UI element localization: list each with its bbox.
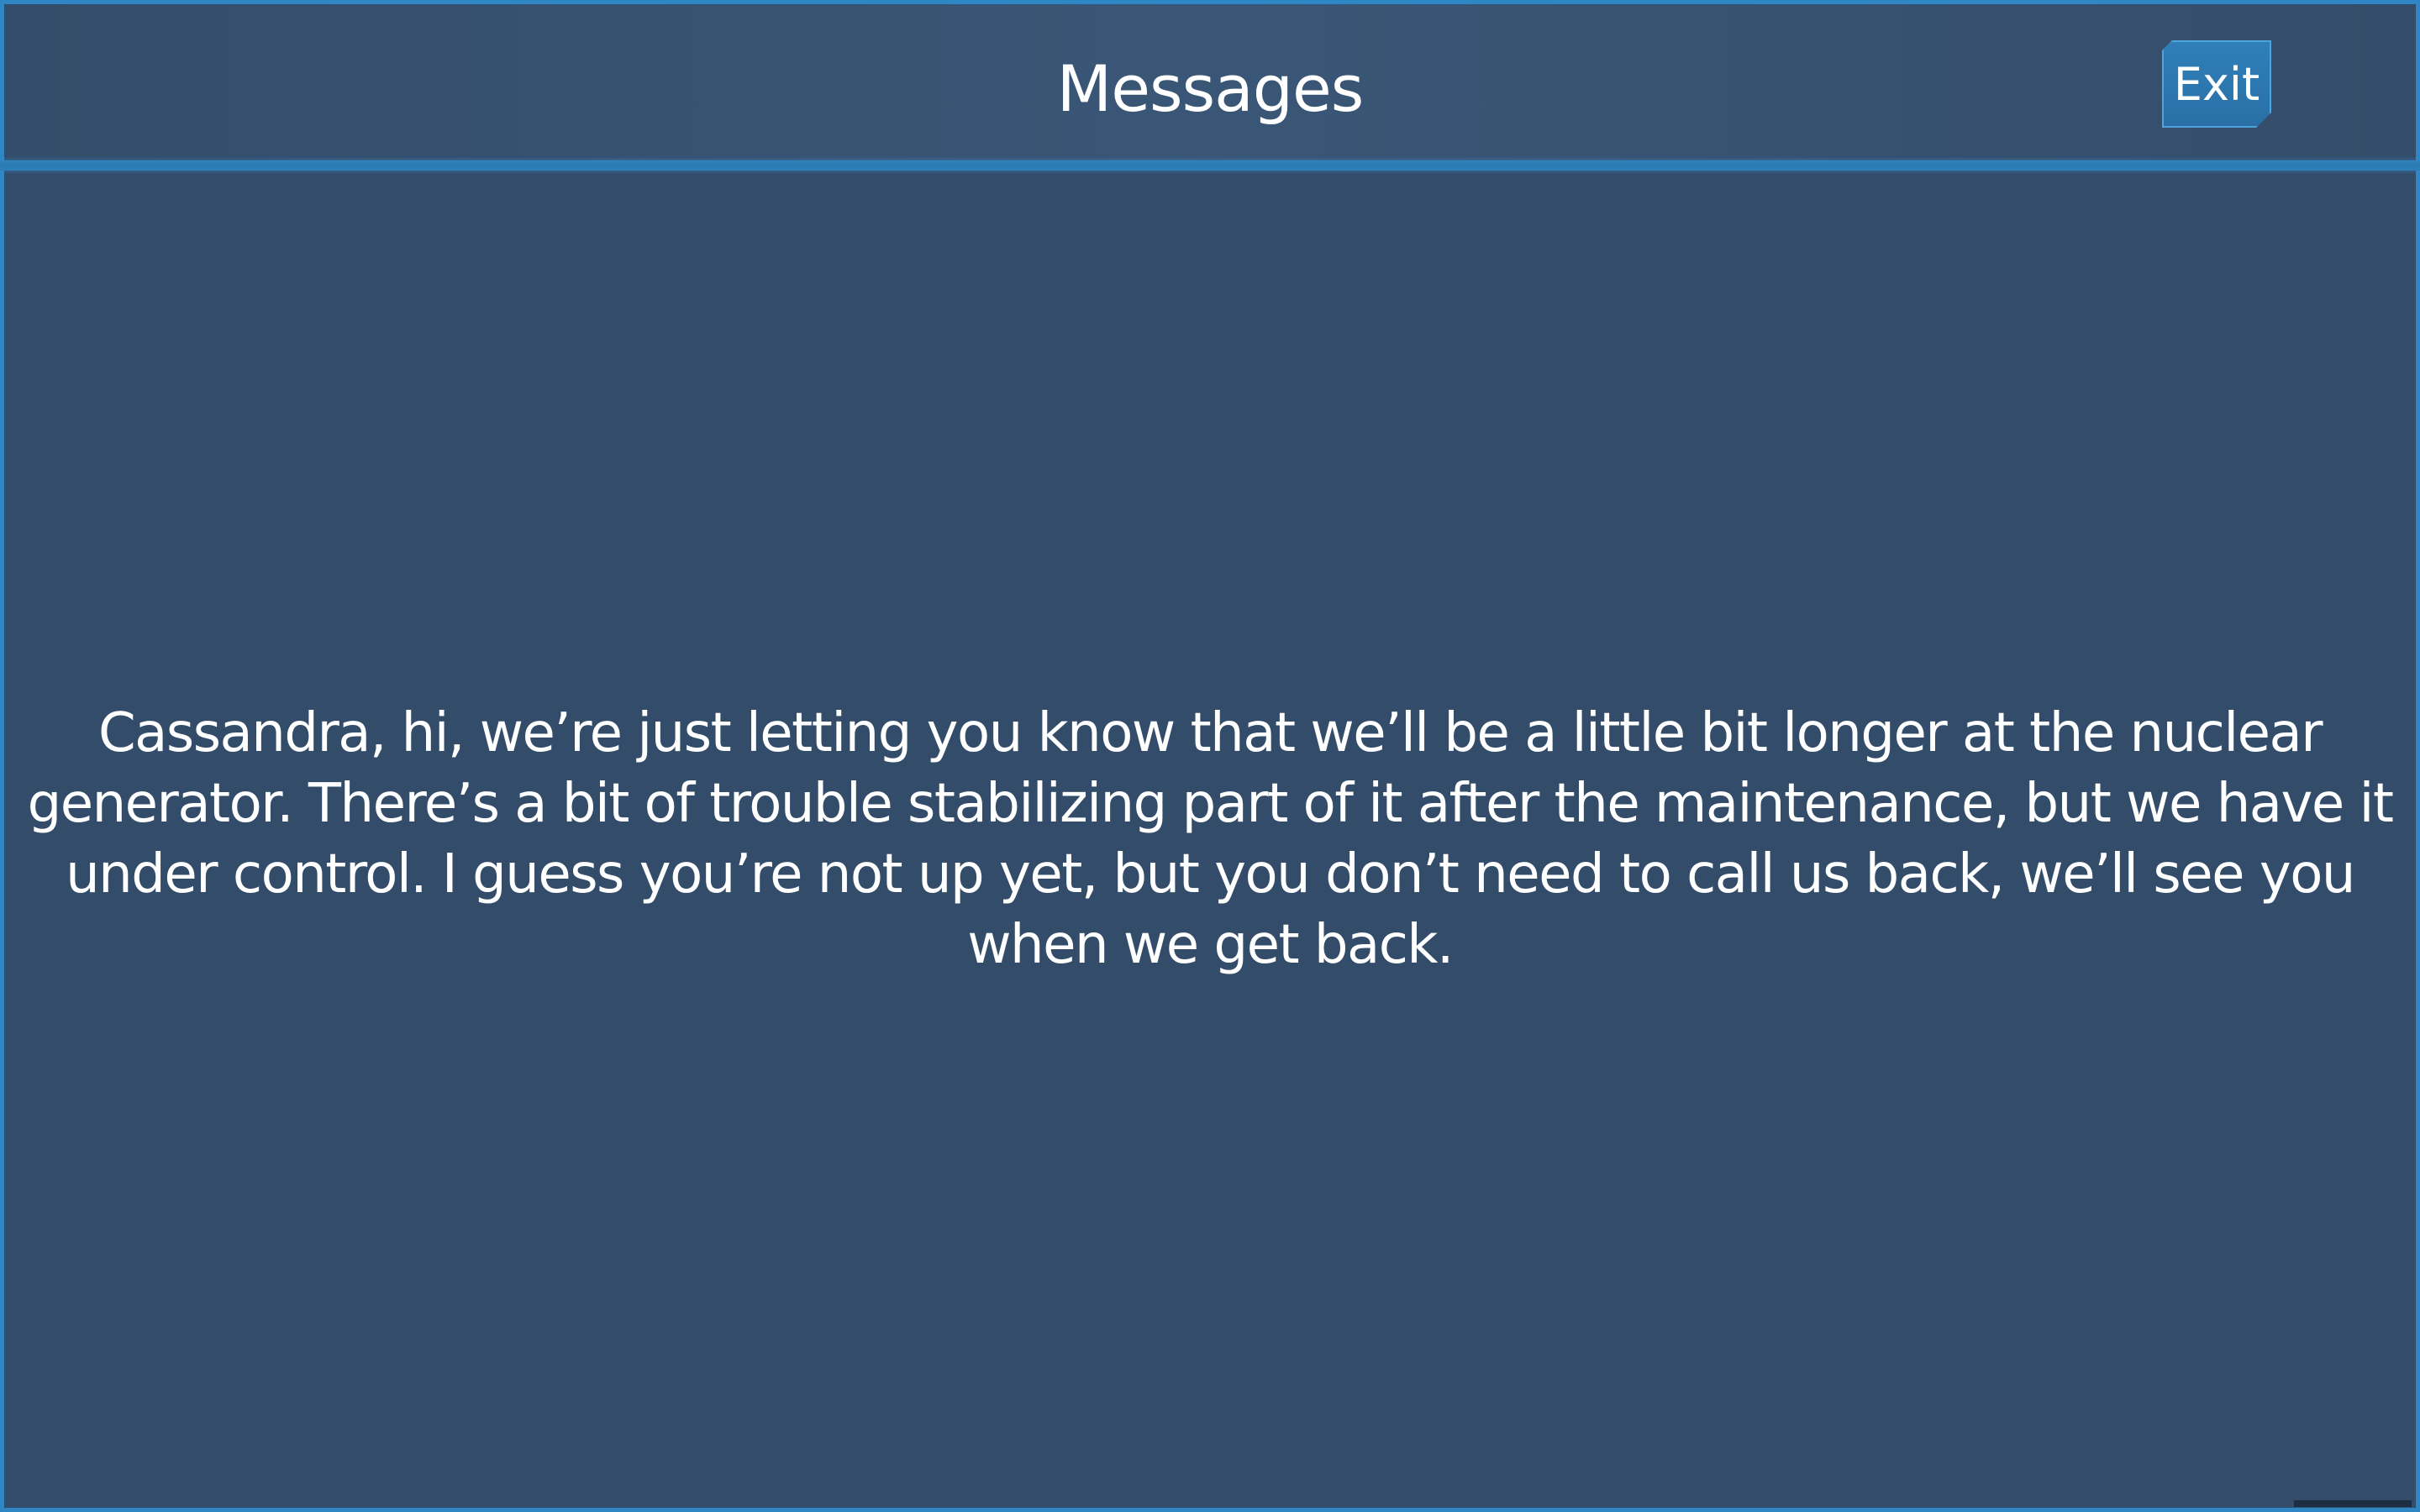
header-divider — [0, 160, 2420, 171]
exit-button[interactable]: Exit — [2162, 40, 2271, 128]
page-title: Messages — [1056, 51, 1365, 126]
message-body: Cassandra, hi, we’re just letting you kn… — [27, 702, 2394, 976]
message-panel: Cassandra, hi, we’re just letting you kn… — [4, 171, 2416, 1508]
message-container: Cassandra, hi, we’re just letting you kn… — [17, 171, 2403, 1508]
corner-decoration — [2294, 1500, 2412, 1507]
